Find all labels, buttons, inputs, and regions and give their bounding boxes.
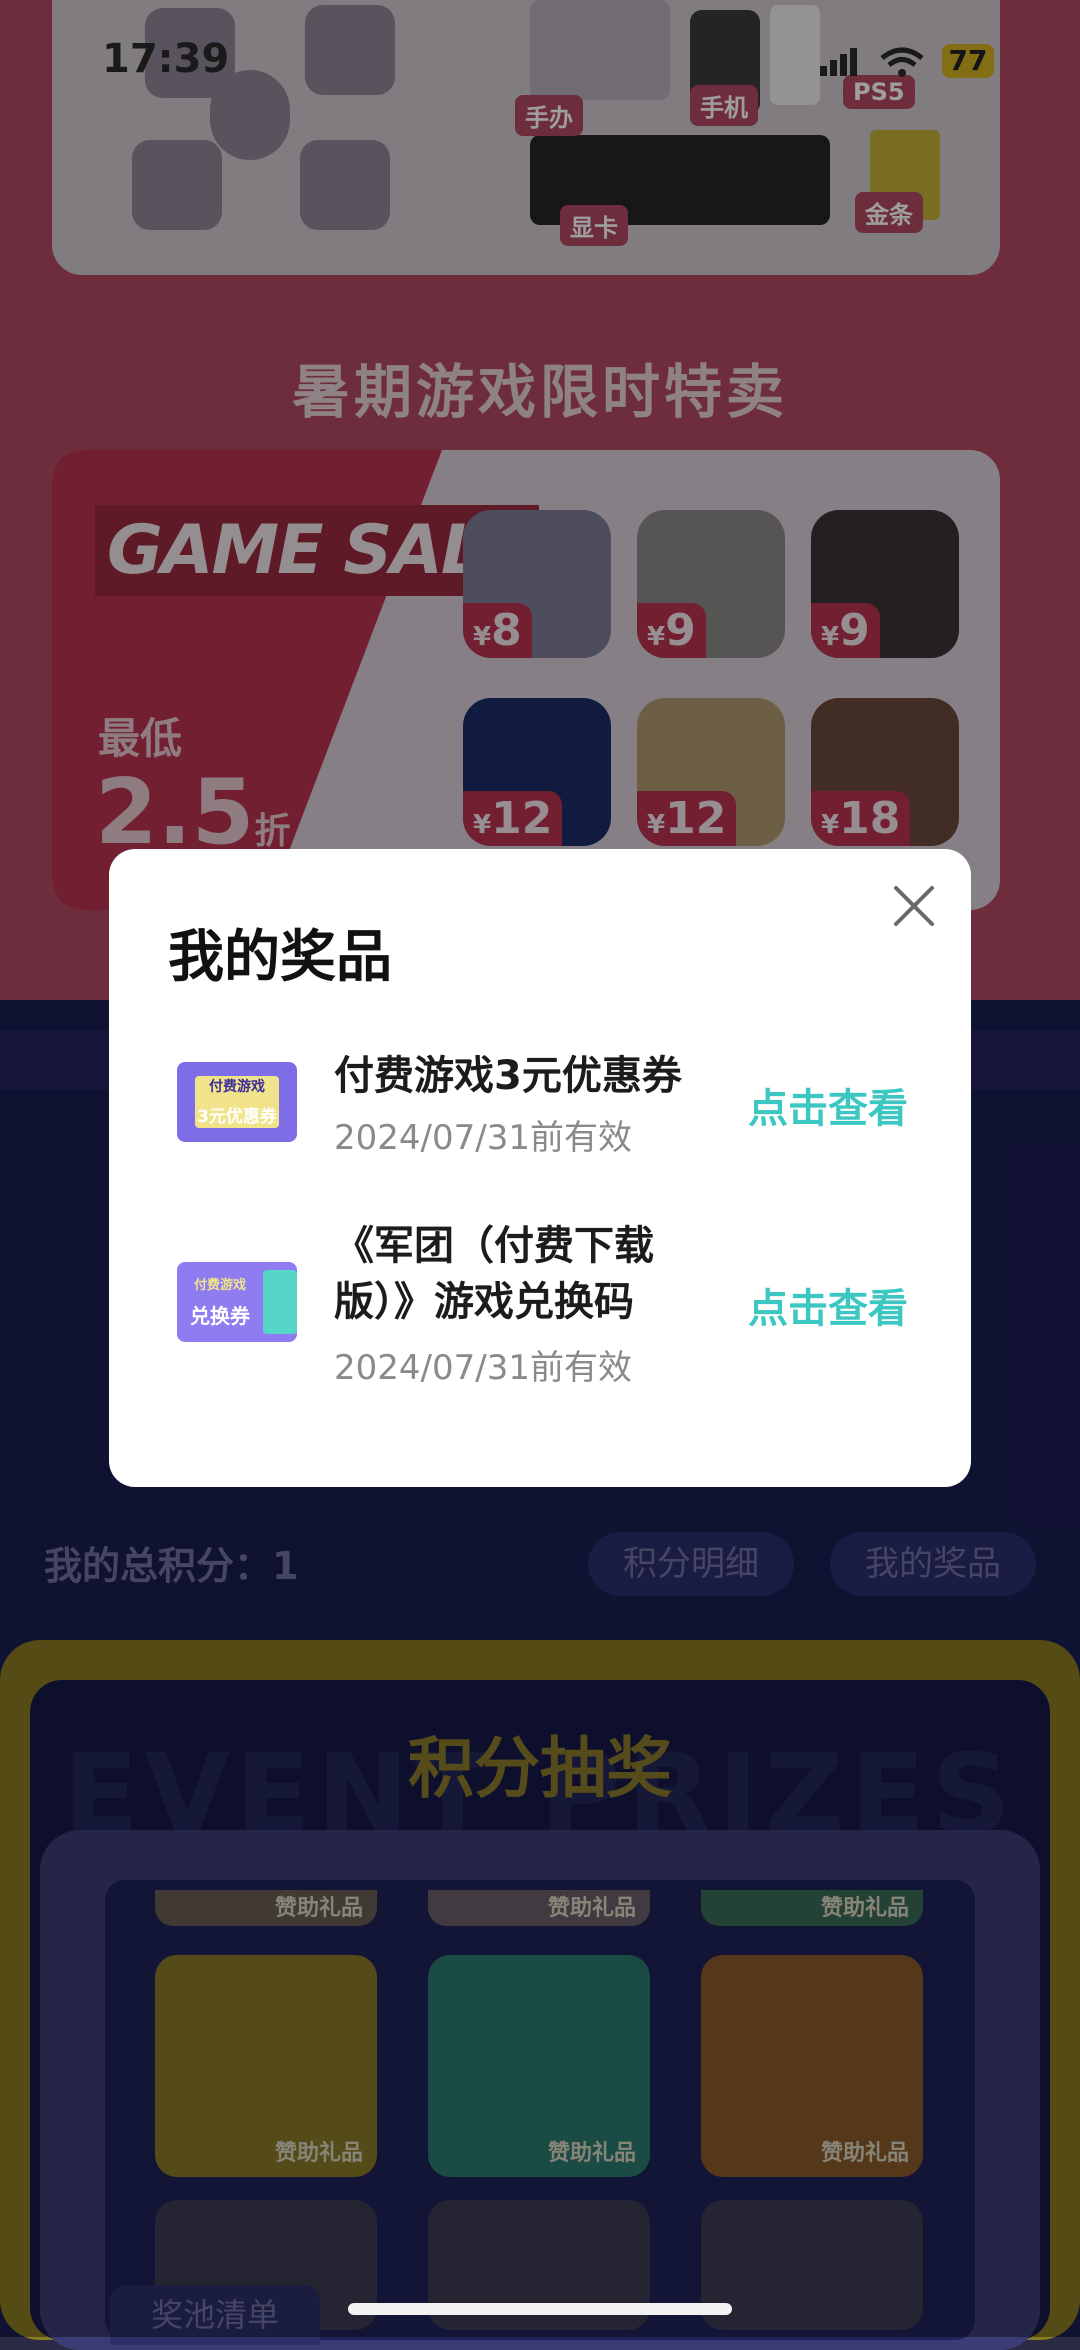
- prize-name-line1: 《军团（付费下载: [334, 1223, 654, 1269]
- voucher-icon: 付费游戏 兑换券: [177, 1262, 297, 1342]
- home-indicator: [348, 2303, 732, 2315]
- prize-name: 付费游戏3元优惠券: [334, 1053, 682, 1099]
- dialog-title: 我的奖品: [168, 925, 392, 990]
- taptap-stub: [263, 1270, 297, 1334]
- prize-expiry: 2024/07/31前有效: [334, 1348, 632, 1388]
- voucher-main-text: 兑换券: [190, 1304, 250, 1328]
- prize-expiry: 2024/07/31前有效: [334, 1118, 632, 1158]
- coupon-icon: 付费游戏 3元优惠券: [177, 1062, 297, 1142]
- view-prize-button[interactable]: 点击查看: [748, 1276, 908, 1334]
- voucher-top-text: 付费游戏: [193, 1278, 246, 1293]
- close-icon[interactable]: [886, 878, 942, 934]
- coupon-top-text: 付费游戏: [209, 1079, 265, 1095]
- prize-name-line2: 版）》游戏兑换码: [334, 1279, 634, 1325]
- view-prize-button[interactable]: 点击查看: [748, 1076, 908, 1134]
- coupon-main-text: 3元优惠券: [197, 1107, 277, 1127]
